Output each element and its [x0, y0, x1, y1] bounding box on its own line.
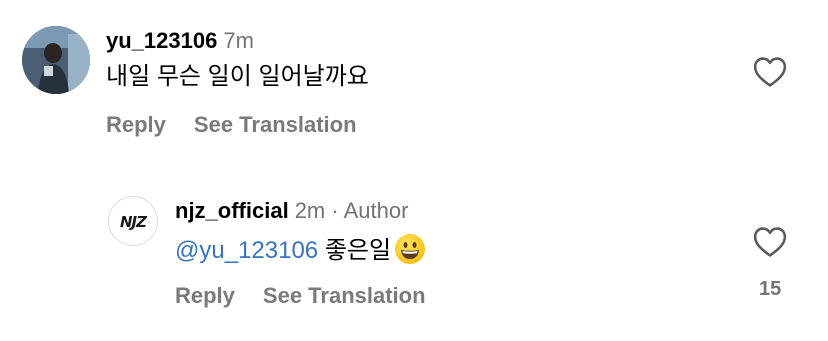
avatar[interactable]: NJZ [108, 196, 158, 246]
like-heart-icon[interactable] [753, 226, 787, 258]
username[interactable]: njz_official [175, 198, 289, 223]
comment-text: 내일 무슨 일이 일어날까요 [106, 63, 369, 90]
reply-button[interactable]: Reply [175, 283, 235, 308]
see-translation-button[interactable]: See Translation [194, 112, 357, 137]
grinning-face-emoji-icon [395, 234, 426, 264]
author-badge: Author [343, 198, 409, 223]
username[interactable]: yu_123106 [106, 28, 217, 53]
avatar[interactable] [22, 26, 90, 94]
see-translation-button[interactable]: See Translation [263, 283, 426, 308]
timestamp: 2m [294, 198, 326, 223]
comment-text: 좋은일 [324, 237, 392, 264]
mention-link[interactable]: @yu_123106 [175, 237, 318, 264]
svg-text:NJZ: NJZ [120, 213, 148, 231]
like-heart-icon[interactable] [753, 56, 787, 88]
njz-logo-icon: NJZ [120, 213, 149, 231]
reply-button[interactable]: Reply [106, 112, 166, 137]
timestamp: 7m [223, 28, 254, 53]
like-count[interactable]: 15 [759, 278, 781, 301]
avatar-photo [22, 26, 90, 94]
separator-dot: · [331, 198, 339, 223]
